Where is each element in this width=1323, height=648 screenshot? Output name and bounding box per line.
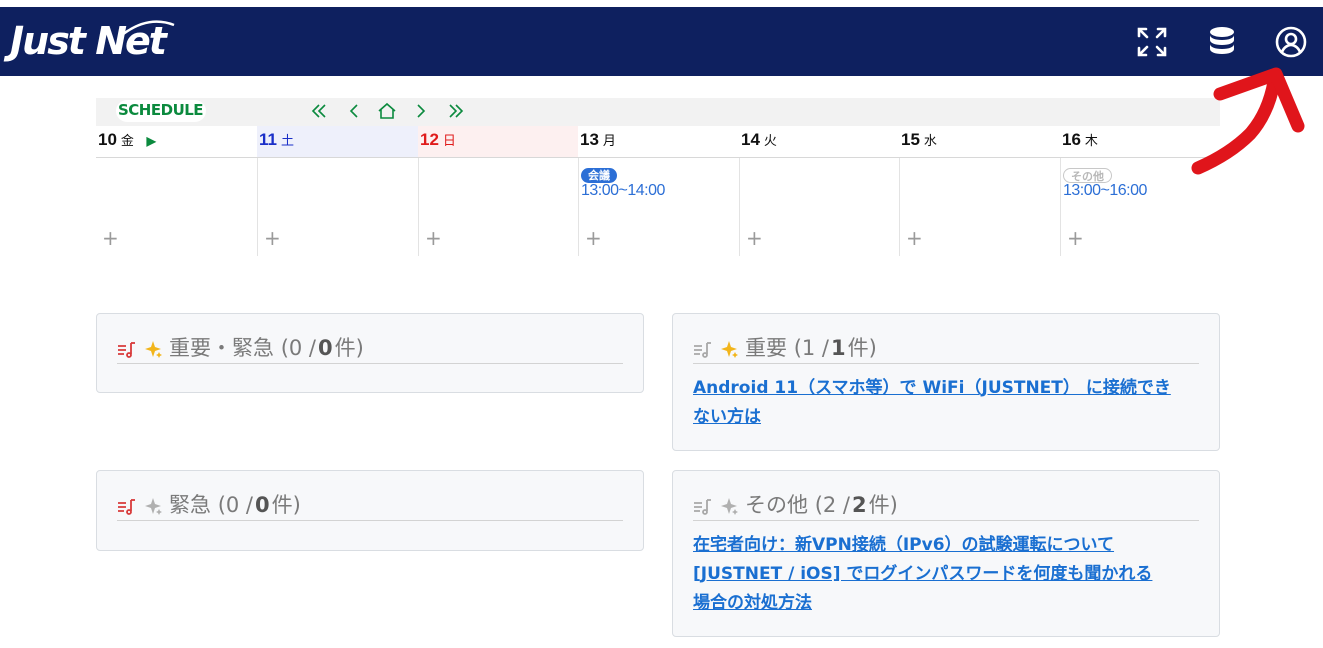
day-body: + (257, 158, 418, 256)
double-chevron-left-icon[interactable] (308, 100, 330, 122)
count-value: 1 (831, 335, 846, 360)
day-number: 14 (741, 130, 760, 149)
day-weekday: 水 (923, 133, 937, 148)
account-icon[interactable] (1274, 25, 1308, 59)
sparkle-icon (143, 495, 163, 515)
day-body: + (739, 158, 899, 256)
day-header: 15 水 (899, 126, 1060, 158)
day-number: 15 (901, 130, 920, 149)
day-weekday: 土 (280, 133, 294, 148)
count-close: 件) (271, 492, 301, 517)
card-other: その他 (2 / 2 件) 在宅者向け：新VPN接続（IPv6）の試験運転につい… (672, 470, 1220, 637)
today-marker-icon: ▶ (146, 134, 156, 148)
schedule-label: SCHEDULE (118, 101, 204, 119)
announcement-link[interactable]: [JUSTNET / iOS] でログインパスワードを何度も聞かれる (693, 560, 1199, 589)
card-important-urgent: 重要・緊急 (0 / 0 件) (96, 313, 644, 393)
playlist-icon (117, 495, 137, 515)
event-category-badge: 会議 (581, 168, 617, 183)
card-title-text: 重要 (745, 335, 787, 360)
day-column-12: 12 日 + (418, 126, 578, 256)
count-value: 0 (318, 335, 333, 360)
double-chevron-right-icon[interactable] (445, 100, 467, 122)
playlist-icon (117, 338, 137, 358)
day-number: 10 (98, 130, 117, 149)
top-navbar: Just Net (0, 7, 1323, 76)
day-number: 11 (259, 130, 277, 149)
day-column-14: 14 火 + (739, 126, 899, 256)
day-weekday: 金 (120, 133, 134, 148)
day-column-11: 11 土 + (257, 126, 418, 256)
schedule-header (96, 98, 1220, 126)
count-open: (0 / (217, 492, 253, 517)
event-time-link[interactable]: 13:00~14:00 (581, 182, 665, 200)
add-event-button[interactable]: + (746, 228, 763, 248)
add-event-button[interactable]: + (906, 228, 923, 248)
card-link-list: 在宅者向け：新VPN接続（IPv6）の試験運転について [JUSTNET / i… (693, 531, 1199, 618)
announcement-link[interactable]: ない方は (693, 403, 1199, 432)
logo-swoosh-icon (121, 20, 175, 36)
chevron-right-icon[interactable] (410, 100, 432, 122)
home-icon[interactable] (376, 100, 398, 122)
add-event-button[interactable]: + (585, 228, 602, 248)
day-body: 会議 13:00~14:00 + (578, 158, 739, 256)
count-open: (2 / (814, 492, 850, 517)
playlist-icon (693, 338, 713, 358)
event-category-badge: その他 (1063, 168, 1112, 183)
day-weekday: 日 (442, 133, 456, 148)
add-event-button[interactable]: + (102, 228, 119, 248)
count-close: 件) (334, 335, 364, 360)
day-weekday: 木 (1084, 133, 1098, 148)
count-value: 2 (852, 492, 867, 517)
card-title-text: 重要・緊急 (169, 335, 274, 360)
sparkle-icon (719, 338, 739, 358)
card-link-list: Android 11（スマホ等）で WiFi（JUSTNET） に接続でき ない… (693, 374, 1199, 432)
day-weekday: 火 (763, 133, 777, 148)
day-header: 12 日 (418, 126, 578, 158)
card-important: 重要 (1 / 1 件) Android 11（スマホ等）で WiFi（JUST… (672, 313, 1220, 451)
day-body: + (418, 158, 578, 256)
annotation-arrow-icon (1191, 67, 1305, 175)
add-event-button[interactable]: + (425, 228, 442, 248)
announcement-link[interactable]: 場合の対処方法 (693, 589, 1199, 618)
day-column-15: 15 水 + (899, 126, 1060, 256)
count-close: 件) (868, 492, 898, 517)
day-body: + (96, 158, 257, 256)
day-column-13: 13 月 会議 13:00~14:00 + (578, 126, 739, 256)
card-title-text: 緊急 (169, 492, 211, 517)
playlist-icon (693, 495, 713, 515)
fullscreen-icon[interactable] (1135, 25, 1169, 59)
day-header: 11 土 (257, 126, 418, 158)
event-time-link[interactable]: 13:00~16:00 (1063, 182, 1147, 200)
count-close: 件) (847, 335, 877, 360)
day-number: 16 (1062, 130, 1081, 149)
add-event-button[interactable]: + (1067, 228, 1084, 248)
day-column-10: 10 金 ▶ + (96, 126, 257, 256)
sparkle-icon (719, 495, 739, 515)
card-urgent: 緊急 (0 / 0 件) (96, 470, 644, 551)
day-weekday: 月 (602, 133, 616, 148)
database-icon[interactable] (1205, 25, 1239, 59)
day-number: 12 (420, 130, 439, 149)
sparkle-icon (143, 338, 163, 358)
card-title-text: その他 (745, 492, 808, 517)
chevron-left-icon[interactable] (343, 100, 365, 122)
card-title: 緊急 (0 / 0 件) (117, 489, 623, 521)
count-value: 0 (255, 492, 270, 517)
count-open: (0 / (280, 335, 316, 360)
card-title: 重要 (1 / 1 件) (693, 332, 1199, 364)
card-title: 重要・緊急 (0 / 0 件) (117, 332, 623, 364)
day-header: 13 月 (578, 126, 739, 158)
count-open: (1 / (793, 335, 829, 360)
day-number: 13 (580, 130, 599, 149)
announcement-link[interactable]: Android 11（スマホ等）で WiFi（JUSTNET） に接続でき (693, 374, 1199, 403)
add-event-button[interactable]: + (264, 228, 281, 248)
day-header: 10 金 ▶ (96, 126, 257, 158)
card-title: その他 (2 / 2 件) (693, 489, 1199, 521)
day-header: 14 火 (739, 126, 899, 158)
day-body: + (899, 158, 1060, 256)
announcement-link[interactable]: 在宅者向け：新VPN接続（IPv6）の試験運転について (693, 531, 1199, 560)
